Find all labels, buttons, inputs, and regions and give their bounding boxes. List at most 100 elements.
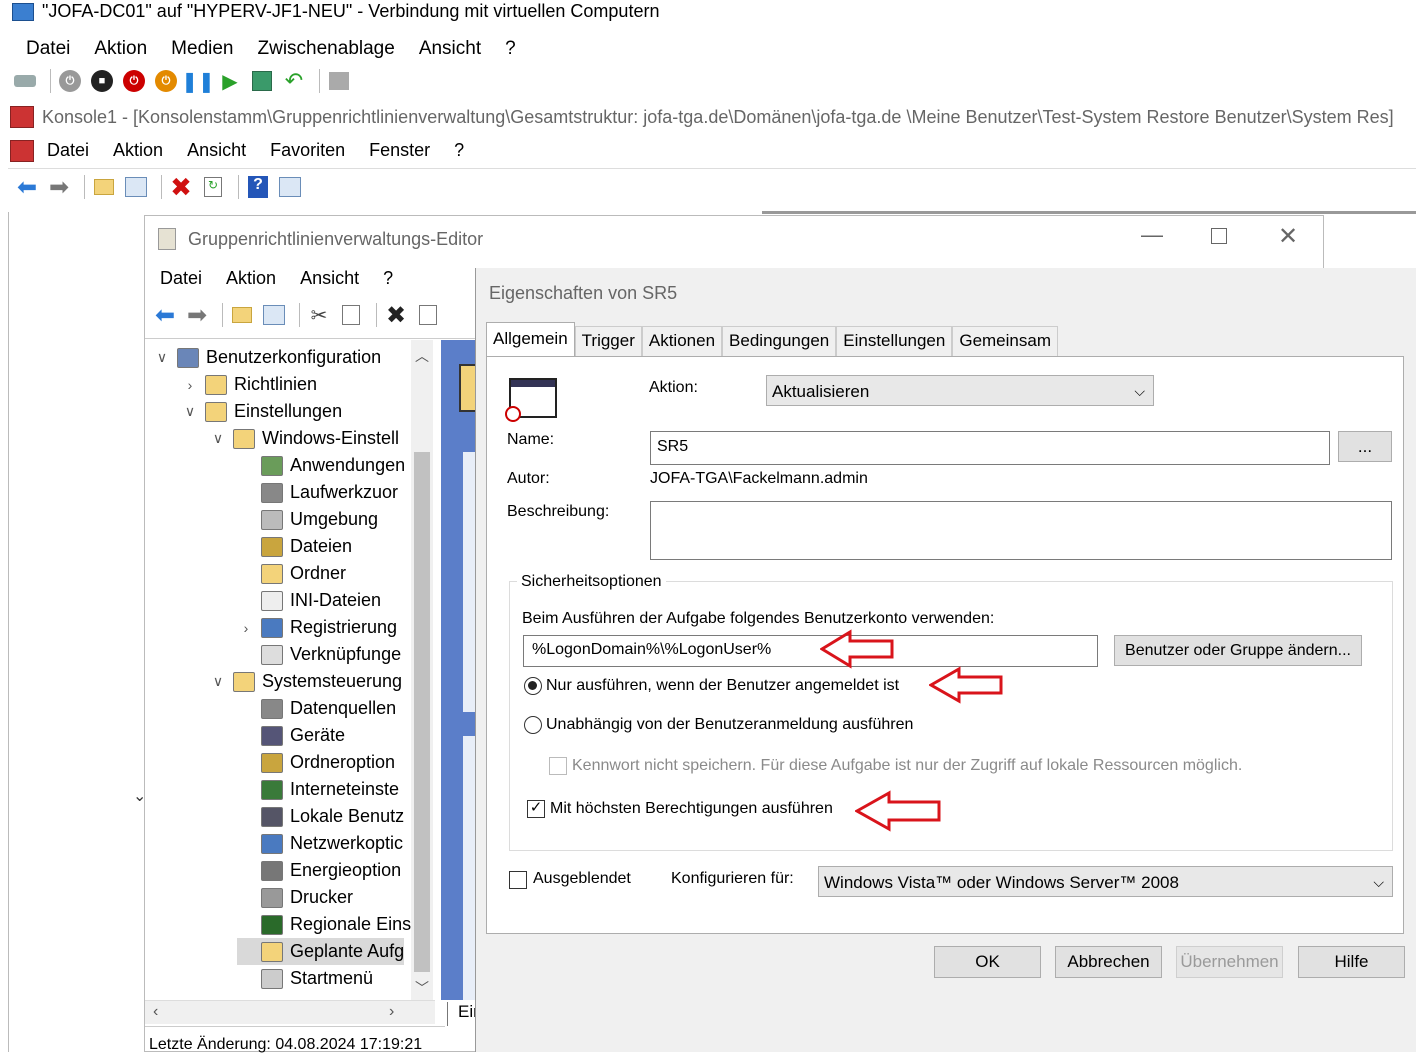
- gpe-forward-icon[interactable]: ➡: [184, 302, 210, 329]
- gpe-show-tree-icon[interactable]: [261, 302, 287, 328]
- ctrl-alt-del-icon[interactable]: [12, 68, 38, 94]
- revert-icon[interactable]: ↶: [281, 68, 307, 94]
- tree-expander-icon[interactable]: ›: [181, 377, 199, 393]
- up-folder-icon[interactable]: [91, 174, 117, 200]
- tree-item[interactable]: Energieoption: [237, 857, 401, 884]
- highest-privileges-checkbox[interactable]: ✓: [527, 800, 545, 818]
- description-field[interactable]: [650, 501, 1392, 560]
- apply-button[interactable]: Übernehmen: [1176, 946, 1283, 978]
- tree-item[interactable]: INI-Dateien: [237, 587, 381, 614]
- back-arrow-icon[interactable]: ⬅: [14, 174, 40, 201]
- tree-item[interactable]: Anwendungen: [237, 452, 405, 479]
- change-user-button[interactable]: Benutzer oder Gruppe ändern...: [1114, 635, 1362, 666]
- checkpoint-icon[interactable]: [249, 68, 275, 94]
- tree-item[interactable]: Ordneroption: [237, 749, 395, 776]
- console-menu-favoriten[interactable]: Favoriten: [270, 140, 345, 161]
- scroll-left-icon[interactable]: ‹: [153, 1003, 158, 1021]
- radio-independent[interactable]: [524, 716, 542, 734]
- refresh-icon[interactable]: ↻: [200, 174, 226, 200]
- console-menu-aktion[interactable]: Aktion: [113, 140, 163, 161]
- pause-icon[interactable]: ❚❚: [181, 68, 215, 94]
- name-field[interactable]: SR5: [650, 431, 1330, 465]
- tab-allgemein[interactable]: Allgemein: [486, 322, 575, 356]
- vm-menu-medien[interactable]: Medien: [171, 38, 233, 60]
- show-action-pane-icon[interactable]: [277, 174, 303, 200]
- tab-aktionen[interactable]: Aktionen: [641, 326, 723, 356]
- hidden-label[interactable]: Ausgeblendet: [533, 870, 631, 888]
- vm-menu-help[interactable]: ?: [505, 38, 516, 60]
- minimize-icon[interactable]: —: [1141, 222, 1163, 248]
- gpe-menu-aktion[interactable]: Aktion: [226, 268, 276, 289]
- tree-horizontal-scrollbar[interactable]: ‹ ›: [145, 1000, 435, 1024]
- tree-item[interactable]: Interneteinste: [237, 776, 399, 803]
- console-menu-ansicht[interactable]: Ansicht: [187, 140, 246, 161]
- delete-icon[interactable]: ✖: [168, 172, 194, 202]
- properties-icon[interactable]: [415, 302, 441, 328]
- tree-item[interactable]: Laufwerkzuor: [237, 479, 398, 506]
- cancel-button[interactable]: Abbrechen: [1055, 946, 1162, 978]
- tab-bedingungen[interactable]: Bedingungen: [722, 326, 837, 356]
- tree-vertical-scrollbar[interactable]: ︿ ﹀: [411, 340, 433, 1000]
- help-button[interactable]: Hilfe: [1298, 946, 1405, 978]
- tree-item[interactable]: Regionale Eins: [237, 911, 411, 938]
- radio-independent-label[interactable]: Unabhängig von der Benutzeranmeldung aus…: [546, 716, 913, 734]
- hidden-checkbox[interactable]: [509, 871, 527, 889]
- vm-menu-datei[interactable]: Datei: [26, 38, 70, 60]
- tab-trigger[interactable]: Trigger: [574, 326, 642, 356]
- scroll-thumb[interactable]: [414, 452, 430, 972]
- gpe-up-folder-icon[interactable]: [229, 302, 255, 328]
- tree-expander-icon[interactable]: ∨: [209, 673, 227, 690]
- tree-item[interactable]: Geräte: [237, 722, 345, 749]
- tree-expander-icon[interactable]: ∨: [153, 349, 171, 366]
- scroll-right-icon[interactable]: ›: [389, 1003, 394, 1021]
- tree-item[interactable]: Verknüpfunge: [237, 641, 401, 668]
- shutdown-icon[interactable]: ⏻: [121, 68, 147, 94]
- no-password-checkbox[interactable]: [549, 757, 567, 775]
- gpe-menu-help[interactable]: ?: [383, 268, 393, 289]
- scroll-up-icon[interactable]: ︿: [415, 346, 429, 366]
- browse-button[interactable]: ...: [1338, 431, 1392, 462]
- vm-menu-zwischenablage[interactable]: Zwischenablage: [258, 38, 395, 60]
- gpe-menu-ansicht[interactable]: Ansicht: [300, 268, 359, 289]
- copy-icon[interactable]: [338, 302, 364, 328]
- vm-menu-aktion[interactable]: Aktion: [94, 38, 147, 60]
- radio-logged-on-only[interactable]: [524, 677, 542, 695]
- forward-arrow-icon[interactable]: ➡: [46, 174, 72, 201]
- scroll-down-icon[interactable]: ﹀: [415, 978, 429, 998]
- gpe-menu-datei[interactable]: Datei: [160, 268, 202, 289]
- tree-item[interactable]: Drucker: [237, 884, 353, 911]
- resume-icon[interactable]: ▶: [217, 68, 243, 94]
- tree-item[interactable]: Datenquellen: [237, 695, 396, 722]
- action-select[interactable]: Aktualisieren ⌵: [766, 375, 1154, 406]
- gpe-delete-icon[interactable]: ✖: [383, 302, 409, 329]
- start-icon[interactable]: ⏻: [57, 68, 83, 94]
- console-menu-datei[interactable]: Datei: [47, 140, 89, 161]
- turn-off-icon[interactable]: ■: [89, 68, 115, 94]
- tree-item[interactable]: › Richtlinien: [181, 371, 317, 398]
- tree-item[interactable]: Geplante Aufg: [237, 938, 405, 965]
- tree-item[interactable]: Ordner: [237, 560, 346, 587]
- tree-item[interactable]: Lokale Benutz: [237, 803, 404, 830]
- tab-einstellungen[interactable]: Einstellungen: [836, 326, 953, 356]
- tree-item[interactable]: Umgebung: [237, 506, 378, 533]
- enhanced-session-icon[interactable]: [326, 68, 352, 94]
- tree-item[interactable]: › Registrierung: [237, 614, 397, 641]
- power-icon[interactable]: ⏻: [153, 68, 179, 94]
- tab-gemeinsam[interactable]: Gemeinsam: [952, 326, 1058, 356]
- configure-for-select[interactable]: Windows Vista™ oder Windows Server™ 2008…: [818, 866, 1393, 897]
- tree-item[interactable]: Netzwerkoptic: [237, 830, 403, 857]
- tree-item[interactable]: Startmenü: [237, 965, 373, 992]
- tree-item[interactable]: ∨ Einstellungen: [181, 398, 342, 425]
- user-account-field[interactable]: %LogonDomain%\%LogonUser%: [523, 635, 1098, 667]
- close-icon[interactable]: ✕: [1278, 222, 1298, 251]
- tree-item[interactable]: ∨ Windows-Einstell: [209, 425, 399, 452]
- console-menu-help[interactable]: ?: [454, 140, 464, 161]
- ok-button[interactable]: OK: [934, 946, 1041, 978]
- tree-item[interactable]: Dateien: [237, 533, 352, 560]
- vm-menu-ansicht[interactable]: Ansicht: [419, 38, 481, 60]
- maximize-icon[interactable]: [1211, 228, 1227, 244]
- radio-logged-on-label[interactable]: Nur ausführen, wenn der Benutzer angemel…: [546, 677, 899, 695]
- tree-expander-icon[interactable]: ›: [237, 620, 255, 636]
- tree-expander-icon[interactable]: ∨: [181, 403, 199, 420]
- show-tree-icon[interactable]: [123, 174, 149, 200]
